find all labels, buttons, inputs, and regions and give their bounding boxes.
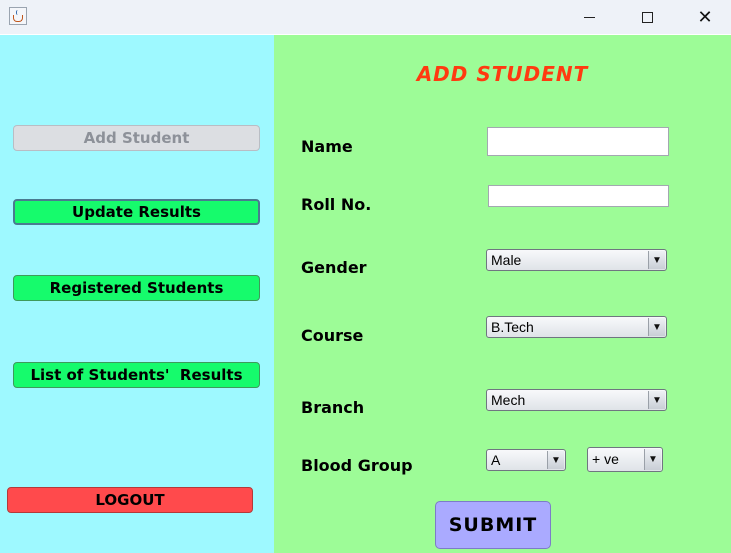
course-select[interactable]: B.Tech ▼ bbox=[486, 316, 667, 338]
chevron-down-icon: ▼ bbox=[648, 318, 665, 336]
rh-factor-value: + ve bbox=[592, 451, 619, 467]
chevron-down-icon: ▼ bbox=[648, 251, 665, 269]
update-results-button[interactable]: Update Results bbox=[13, 199, 260, 225]
name-field[interactable] bbox=[487, 127, 669, 156]
blood-group-select[interactable]: A ▼ bbox=[486, 449, 566, 471]
name-label: Name bbox=[301, 137, 353, 156]
list-results-button[interactable]: List of Students' Results bbox=[13, 362, 260, 388]
maximize-button[interactable] bbox=[624, 0, 670, 34]
close-icon: ✕ bbox=[697, 6, 713, 28]
gender-value: Male bbox=[491, 252, 522, 268]
gender-label: Gender bbox=[301, 258, 367, 277]
submit-button[interactable]: SUBMIT bbox=[435, 501, 551, 549]
logout-button[interactable]: LOGOUT bbox=[7, 487, 253, 513]
minimize-icon bbox=[583, 16, 595, 18]
branch-label: Branch bbox=[301, 398, 365, 417]
chevron-down-icon: ▼ bbox=[644, 449, 661, 470]
chevron-down-icon: ▼ bbox=[547, 451, 564, 469]
gender-select[interactable]: Male ▼ bbox=[486, 249, 667, 271]
rh-factor-select[interactable]: + ve ▼ bbox=[587, 447, 663, 472]
course-value: B.Tech bbox=[491, 319, 534, 335]
blood-group-value: A bbox=[491, 452, 501, 468]
title-bar: ✕ bbox=[0, 0, 731, 34]
add-student-button[interactable]: Add Student bbox=[13, 125, 260, 151]
add-student-form: ADD STUDENT Name Roll No. Gender Male ▼ … bbox=[274, 35, 731, 553]
branch-value: Mech bbox=[491, 392, 526, 408]
java-app-icon bbox=[9, 7, 27, 25]
registered-students-button[interactable]: Registered Students bbox=[13, 275, 260, 301]
branch-select[interactable]: Mech ▼ bbox=[486, 389, 667, 411]
minimize-button[interactable] bbox=[566, 0, 612, 34]
chevron-down-icon: ▼ bbox=[648, 391, 665, 409]
blood-group-label: Blood Group bbox=[301, 456, 413, 475]
maximize-icon bbox=[641, 11, 653, 23]
roll-no-label: Roll No. bbox=[301, 195, 372, 214]
sidebar: Add Student Update Results Registered St… bbox=[0, 35, 274, 553]
close-button[interactable]: ✕ bbox=[682, 0, 728, 34]
roll-no-field[interactable] bbox=[488, 185, 669, 207]
course-label: Course bbox=[301, 326, 364, 345]
page-title: ADD STUDENT bbox=[416, 62, 589, 86]
